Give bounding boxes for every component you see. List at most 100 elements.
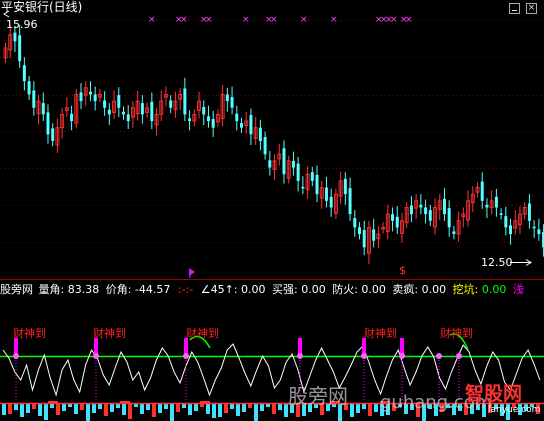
- candle-body-down: [107, 109, 111, 115]
- shift-marker: $: [399, 264, 406, 277]
- volume-bar: [20, 404, 24, 417]
- indicator-label: 量角:: [38, 283, 68, 296]
- indicator-label: 价角:: [105, 283, 135, 296]
- histogram-marker: [120, 401, 130, 404]
- close-icon[interactable]: ×: [526, 3, 537, 14]
- candle-body-down: [509, 225, 513, 235]
- price-marker: ×: [205, 15, 213, 25]
- signal-dot: [297, 353, 303, 359]
- signal-label: 财神到: [93, 327, 126, 340]
- candle-body-down: [225, 94, 229, 102]
- candle-body-down: [18, 35, 22, 62]
- candle-body-down: [499, 213, 503, 215]
- candle-body-down: [485, 204, 489, 208]
- candle-body-down: [409, 205, 413, 215]
- volume-bar: [230, 404, 234, 409]
- candle-body-down: [504, 216, 508, 228]
- price-marker: ×: [242, 15, 250, 25]
- candle-body-down: [348, 188, 352, 215]
- indicator-value: 0.00: [421, 283, 447, 296]
- volume-bar: [152, 404, 156, 417]
- volume-bar: [188, 404, 192, 415]
- volume-bar: [74, 404, 78, 414]
- candle-body-down: [70, 113, 74, 122]
- volume-bar: [170, 404, 174, 421]
- volume-bar: [224, 404, 228, 413]
- indicator-label: 买强:: [272, 283, 302, 296]
- volume-bar: [374, 404, 378, 412]
- candle-body-down: [268, 160, 272, 168]
- candle-body-down: [442, 198, 446, 215]
- volume-bar: [134, 404, 138, 407]
- candle-body-down: [13, 32, 17, 42]
- candle-body-down: [41, 103, 45, 115]
- candle-body-down: [88, 91, 92, 95]
- volume-bar: [14, 404, 18, 410]
- candle-body-down: [447, 208, 451, 228]
- price-marker: ×: [180, 15, 188, 25]
- volume-bar: [56, 404, 60, 415]
- candle-body-down: [117, 95, 121, 108]
- volume-bar: [116, 404, 120, 408]
- volume-bar: [278, 404, 282, 410]
- candle-body-down: [235, 113, 239, 122]
- indicator-value: 0.00: [361, 283, 386, 296]
- high-price-label: 15.96: [6, 18, 38, 31]
- candle-body-down: [169, 100, 173, 108]
- indicator-label: 挖坑:: [452, 283, 482, 296]
- candle-body-down: [27, 81, 31, 95]
- signal-label: 财神到: [186, 327, 219, 340]
- volume-bar: [44, 404, 48, 420]
- candle-body-down: [46, 112, 50, 135]
- candle-body-down: [296, 163, 300, 181]
- volume-bar: [218, 404, 222, 417]
- indicator-value: 0.00: [481, 283, 507, 296]
- signal-dot: [183, 353, 189, 359]
- volume-bar: [50, 404, 54, 408]
- indicator-value: 0.00: [241, 283, 266, 296]
- candle-body-down: [122, 111, 125, 115]
- volume-bar: [266, 404, 270, 407]
- price-marker: ×: [270, 15, 278, 25]
- candle-body-down: [353, 218, 357, 228]
- candle-body-down: [22, 65, 26, 82]
- volume-bar: [8, 404, 12, 414]
- volume-bar: [86, 404, 90, 421]
- candle-body-down: [480, 181, 484, 201]
- indicator-value: 0.00: [301, 283, 326, 296]
- candle-body-down: [527, 203, 531, 221]
- signal-label: 财神到: [13, 327, 46, 340]
- minimize-icon[interactable]: [509, 3, 520, 14]
- signal-dot: [436, 353, 442, 359]
- candle-body-down: [291, 160, 295, 168]
- volume-bar: [80, 404, 84, 410]
- candle-body-down: [452, 231, 456, 235]
- volume-bar: [200, 404, 204, 407]
- signal-label: 财神到: [440, 327, 473, 340]
- volume-bar: [236, 404, 240, 416]
- stock-chart-window: × × × × × × × × × × × × × × × × 平安银行(日线) 15.96 12.50 $ …: [0, 0, 544, 421]
- candle-body-down: [301, 186, 305, 189]
- volume-bar: [68, 404, 72, 407]
- candle-body-down: [206, 116, 210, 122]
- volume-bar: [98, 404, 102, 409]
- indicator-value: 83.38: [67, 283, 100, 296]
- volume-bar: [164, 404, 168, 409]
- candle-body-down: [282, 148, 286, 175]
- volume-bar: [26, 404, 30, 413]
- indicator-header: 股旁网 量角: 83.38 价角: -44.57 :-:- ∠45↑: 0.00…: [0, 283, 524, 297]
- volume-bar: [38, 404, 42, 416]
- candle-body-down: [372, 229, 376, 241]
- indicator-label: 防火:: [332, 283, 362, 296]
- watermark-logo: 智股网: [465, 383, 523, 405]
- candle-body-down: [315, 174, 319, 195]
- candle-body-down: [324, 187, 328, 201]
- histogram-marker: [200, 401, 210, 404]
- candle-body-down: [32, 90, 36, 108]
- volume-bar: [182, 404, 186, 408]
- candle-body-down: [183, 88, 187, 115]
- volume-bar: [92, 404, 96, 413]
- candle-body-down: [249, 115, 253, 135]
- candle-body-down: [103, 100, 107, 108]
- signal-dot: [399, 353, 405, 359]
